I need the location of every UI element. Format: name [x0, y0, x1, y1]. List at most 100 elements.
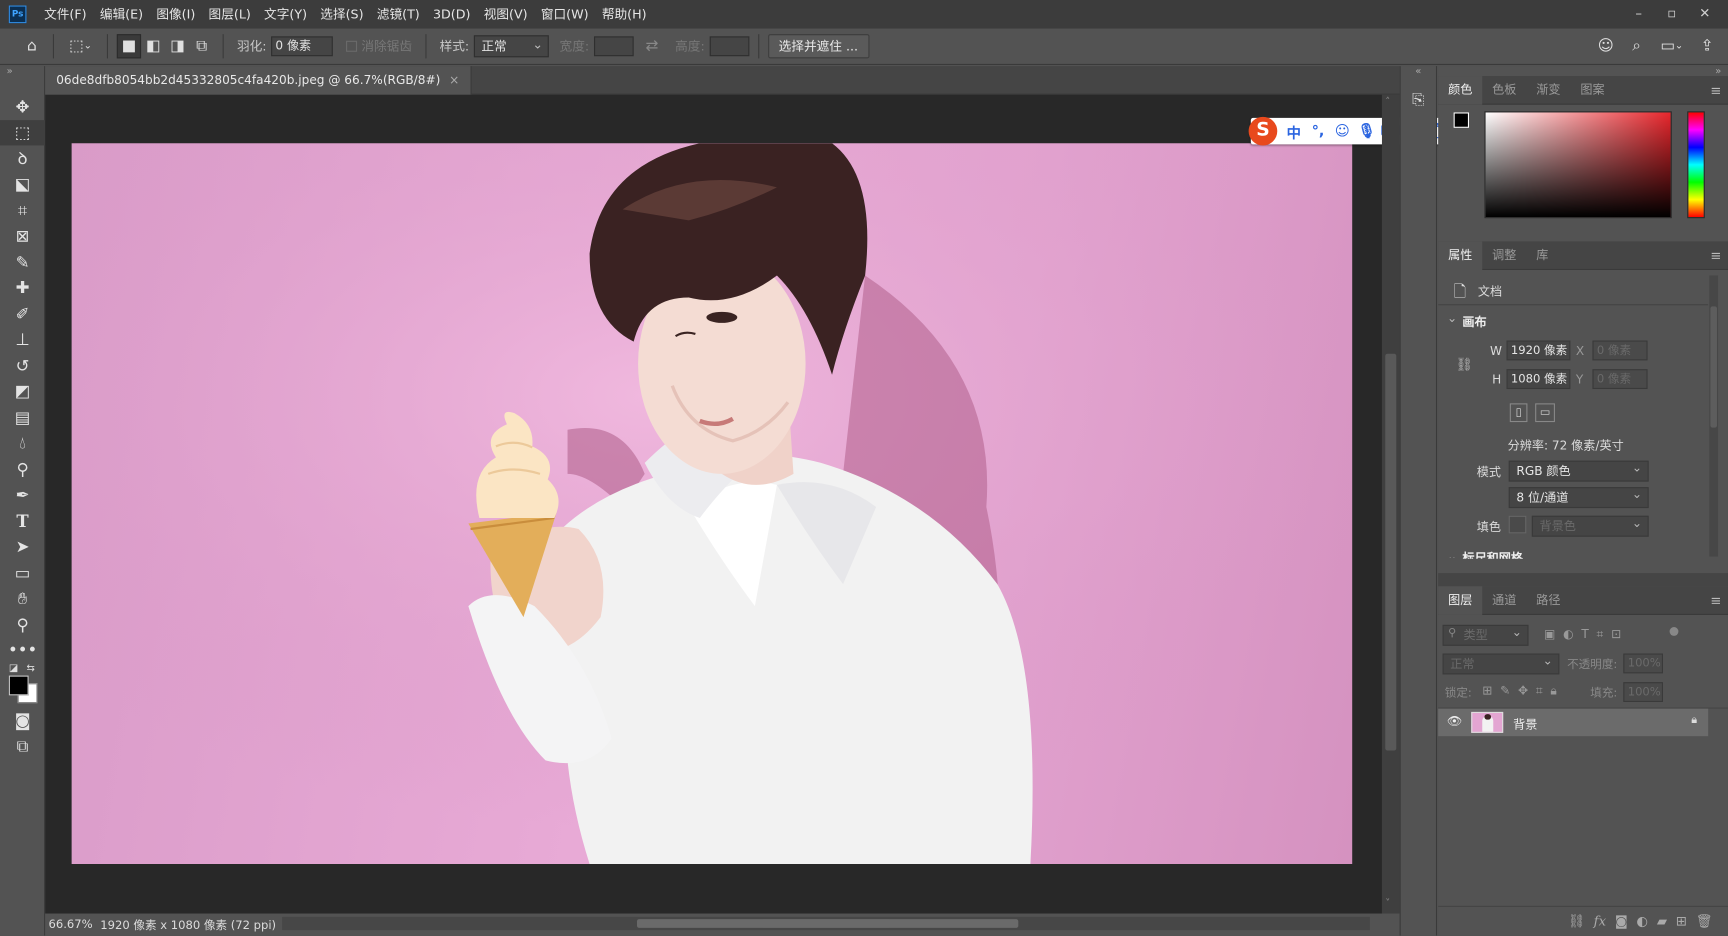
layer-row-background[interactable]: 👁︎ 背景 🔒︎ — [1438, 708, 1709, 737]
layer-filter-type-icons[interactable]: ▣◐T⌗⊡ — [1544, 627, 1629, 642]
menu-layer[interactable]: 图层(L) — [202, 0, 258, 29]
hand-tool-icon[interactable]: ✋︎ — [0, 586, 45, 612]
document-tab[interactable]: 06de8dfb8054bb2d45332805c4fa420b.jpeg @ … — [45, 66, 472, 95]
menu-file[interactable]: 文件(F) — [37, 0, 93, 29]
menu-edit[interactable]: 编辑(E) — [93, 0, 149, 29]
menu-help[interactable]: 帮助(H) — [595, 0, 653, 29]
lasso-tool-icon[interactable]: ꝺ — [0, 145, 45, 171]
tab-layers[interactable]: 图层 — [1438, 585, 1483, 615]
visibility-eye-icon[interactable]: 👁︎ — [1447, 714, 1462, 728]
landscape-orientation-icon[interactable]: ▭ — [1535, 403, 1555, 423]
scroll-up-icon[interactable]: ˄ — [1385, 97, 1390, 108]
screen-mode-icon[interactable]: ⧉ — [0, 733, 45, 759]
path-select-tool-icon[interactable]: ➤ — [0, 534, 45, 560]
scroll-down-icon[interactable]: ˅ — [1385, 898, 1390, 909]
style-select[interactable]: 正常 — [473, 34, 549, 58]
type-tool-icon[interactable]: T — [0, 508, 45, 534]
crop-tool-icon[interactable]: ⌗ — [0, 197, 45, 223]
swap-dimensions-icon[interactable]: ⇄ — [640, 34, 664, 58]
new-layer-icon[interactable]: ⊞ — [1676, 914, 1687, 929]
tab-libraries[interactable]: 库 — [1526, 241, 1558, 270]
dodge-tool-icon[interactable]: ⚲ — [0, 456, 45, 482]
intersect-selection-icon[interactable]: ⧉ — [190, 34, 214, 58]
account-icon[interactable]: ☺ — [1594, 34, 1618, 58]
delete-layer-icon[interactable]: 🗑︎ — [1696, 914, 1713, 929]
tab-gradients[interactable]: 渐变 — [1526, 75, 1570, 104]
canvas-section-chevron-icon[interactable]: ⌄ — [1447, 311, 1457, 325]
menu-window[interactable]: 窗口(W) — [534, 0, 595, 29]
feather-input[interactable]: 0 像素 — [270, 36, 333, 57]
sogou-logo-icon[interactable]: S — [1248, 116, 1278, 146]
zoom-tool-icon[interactable]: ⚲ — [0, 612, 45, 638]
hscroll-thumb[interactable] — [636, 919, 1019, 928]
more-tools-icon[interactable]: ••• — [0, 638, 45, 664]
layer-style-icon[interactable]: fx — [1594, 914, 1606, 929]
canvas-width-input[interactable]: 1920 像素 — [1506, 340, 1571, 361]
eyedropper-tool-icon[interactable]: ✎ — [0, 249, 45, 275]
tab-color[interactable]: 颜色 — [1438, 75, 1483, 105]
select-and-mask-button[interactable]: 选择并遮住 ... — [767, 34, 870, 59]
foreground-color-swatch[interactable] — [8, 675, 29, 696]
link-dimensions-icon[interactable]: ⛓︎ — [1456, 357, 1473, 372]
height-input[interactable] — [709, 36, 749, 57]
emoji-icon[interactable]: ☺ — [1330, 123, 1354, 140]
color-mode-select[interactable]: RGB 颜色 — [1508, 458, 1649, 482]
width-input[interactable] — [593, 36, 634, 57]
document-image[interactable] — [71, 143, 1353, 864]
menu-type[interactable]: 文字(Y) — [257, 0, 313, 29]
new-group-icon[interactable]: ▰ — [1657, 914, 1667, 929]
horizontal-scrollbar[interactable] — [282, 916, 1370, 931]
filter-toggle-icon[interactable] — [1669, 627, 1679, 636]
ime-punctuation-toggle[interactable]: °, — [1306, 123, 1330, 140]
move-tool-icon[interactable]: ✥ — [0, 94, 45, 120]
blur-tool-icon[interactable]: 💧︎ — [0, 430, 45, 456]
minimize-icon[interactable]: – — [1622, 0, 1655, 29]
frame-tool-icon[interactable]: ⊠ — [0, 223, 45, 249]
vscroll-thumb[interactable] — [1385, 353, 1397, 751]
tab-properties[interactable]: 属性 — [1438, 240, 1483, 270]
search-icon[interactable]: ⌕ — [1624, 34, 1648, 58]
menu-filter[interactable]: 滤镜(T) — [370, 0, 426, 29]
gradient-tool-icon[interactable]: ▤ — [0, 404, 45, 430]
healing-brush-tool-icon[interactable]: ✚ — [0, 275, 45, 301]
tab-channels[interactable]: 通道 — [1482, 586, 1526, 615]
menu-3d[interactable]: 3D(D) — [426, 0, 477, 29]
zoom-level[interactable]: 66.67% — [45, 918, 100, 931]
properties-panel-menu-icon[interactable]: ≡ — [1710, 248, 1721, 263]
menu-image[interactable]: 图像(I) — [150, 0, 202, 29]
home-icon[interactable]: ⌂ — [20, 34, 44, 58]
properties-scroll-thumb[interactable] — [1710, 306, 1717, 428]
collapse-toolbar-icon[interactable]: » — [0, 66, 44, 94]
lock-options-icons[interactable]: ⊞✎✥⌗🔒︎ — [1482, 683, 1564, 698]
tab-paths[interactable]: 路径 — [1526, 586, 1570, 615]
canvas-area[interactable] — [45, 94, 1382, 914]
color-panel-menu-icon[interactable]: ≡ — [1710, 83, 1721, 98]
history-brush-tool-icon[interactable]: ↺ — [0, 353, 45, 379]
tab-patterns[interactable]: 图案 — [1570, 75, 1614, 104]
ime-mode-toggle[interactable]: 中 — [1282, 121, 1306, 142]
antialias-checkbox[interactable] — [345, 40, 357, 52]
subtract-selection-icon[interactable]: ◨ — [165, 34, 189, 58]
marquee-preset-icon[interactable]: ⬚ ⌄ — [63, 34, 98, 58]
object-select-tool-icon[interactable]: ⬕ — [0, 171, 45, 197]
menu-view[interactable]: 视图(V) — [477, 0, 534, 29]
default-colors-icon[interactable]: ◪ — [9, 663, 18, 674]
tab-adjustments[interactable]: 调整 — [1482, 241, 1526, 270]
link-layers-icon[interactable]: ⛓︎ — [1568, 914, 1585, 929]
color-panel-foreground-swatch[interactable] — [1453, 112, 1470, 128]
adjustment-layer-icon[interactable]: ◐ — [1637, 914, 1649, 929]
marquee-tool-icon[interactable]: ⬚ — [0, 119, 46, 146]
rulers-section-title[interactable]: 标尺和网格 — [1462, 551, 1523, 559]
close-tab-icon[interactable]: × — [449, 73, 459, 87]
pen-tool-icon[interactable]: ✒ — [0, 482, 45, 508]
workspace-icon[interactable]: ▭ ⌄ — [1655, 34, 1688, 58]
rulers-section-chevron-icon[interactable]: ⌄ — [1447, 549, 1457, 558]
add-mask-icon[interactable]: ◙ — [1615, 914, 1628, 929]
bit-depth-select[interactable]: 8 位/通道 — [1508, 485, 1649, 509]
eraser-tool-icon[interactable]: ◩ — [0, 379, 45, 405]
clone-stamp-tool-icon[interactable]: ⊥ — [0, 327, 45, 353]
menu-select[interactable]: 选择(S) — [314, 0, 371, 29]
hue-slider[interactable] — [1687, 111, 1705, 219]
canvas-vertical-scrollbar[interactable]: ˄ ˅ — [1381, 94, 1400, 914]
rectangle-tool-icon[interactable]: ▭ — [0, 560, 45, 586]
